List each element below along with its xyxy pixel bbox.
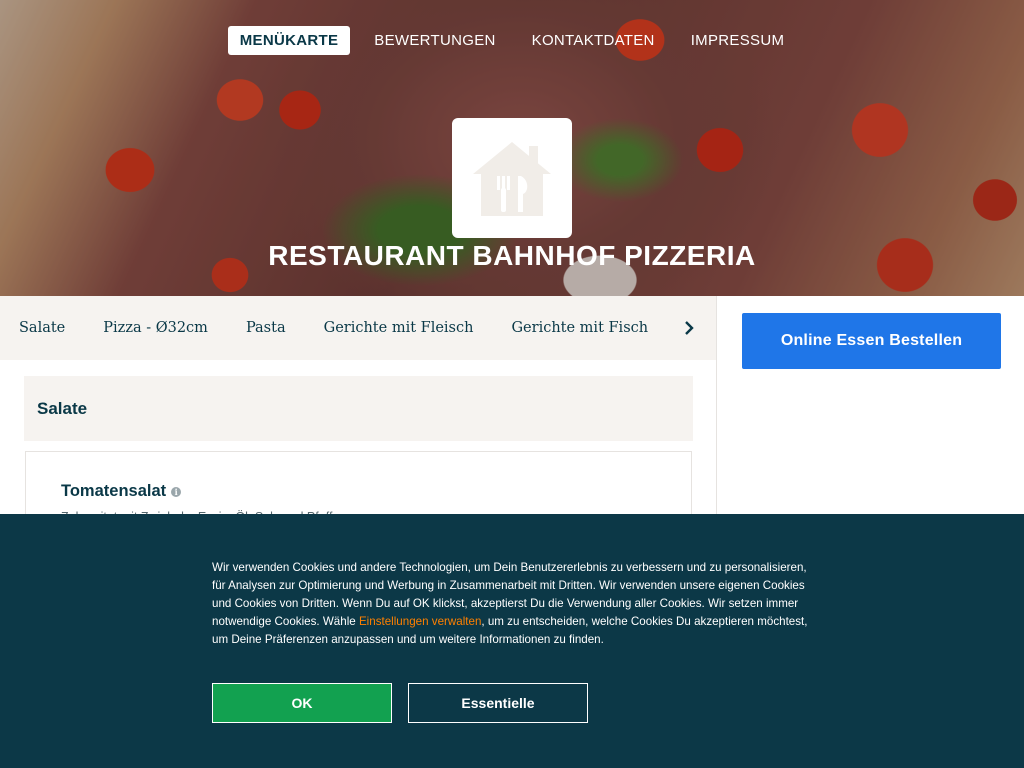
section-title: Salate bbox=[24, 376, 693, 441]
menu-item-name: Tomatensalat bbox=[61, 482, 167, 500]
nav-kontaktdaten[interactable]: KONTAKTDATEN bbox=[520, 26, 667, 55]
category-pizza[interactable]: Pizza - Ø32cm bbox=[103, 320, 208, 336]
nav-impressum[interactable]: IMPRESSUM bbox=[679, 26, 797, 55]
house-fork-knife-icon bbox=[473, 142, 551, 216]
restaurant-name: RESTAURANT BAHNHOF PIZZERIA bbox=[268, 240, 756, 271]
category-gerichte-fisch[interactable]: Gerichte mit Fisch bbox=[511, 320, 648, 336]
nav-menukarte[interactable]: MENÜKARTE bbox=[227, 26, 351, 55]
cookie-ok-button[interactable]: OK bbox=[212, 683, 392, 723]
category-gerichte-fleisch[interactable]: Gerichte mit Fleisch bbox=[324, 320, 474, 336]
cookie-text: Wir verwenden Cookies und andere Technol… bbox=[212, 559, 822, 649]
info-icon[interactable]: i bbox=[171, 486, 182, 497]
cookie-banner: Wir verwenden Cookies und andere Technol… bbox=[0, 514, 1024, 768]
order-online-button[interactable]: Online Essen Bestellen bbox=[742, 313, 1001, 369]
category-bar: Salate Pizza - Ø32cm Pasta Gerichte mit … bbox=[0, 296, 716, 360]
category-salate[interactable]: Salate bbox=[19, 320, 65, 336]
restaurant-logo bbox=[452, 118, 572, 238]
cookie-essential-button[interactable]: Essentielle bbox=[408, 683, 588, 723]
chevron-right-icon[interactable] bbox=[662, 296, 716, 360]
category-pasta[interactable]: Pasta bbox=[246, 320, 286, 336]
manage-settings-link[interactable]: Einstellungen verwalten bbox=[359, 615, 481, 628]
nav-bewertungen[interactable]: BEWERTUNGEN bbox=[362, 26, 507, 55]
top-navigation: MENÜKARTE BEWERTUNGEN KONTAKTDATEN IMPRE… bbox=[0, 26, 1024, 55]
